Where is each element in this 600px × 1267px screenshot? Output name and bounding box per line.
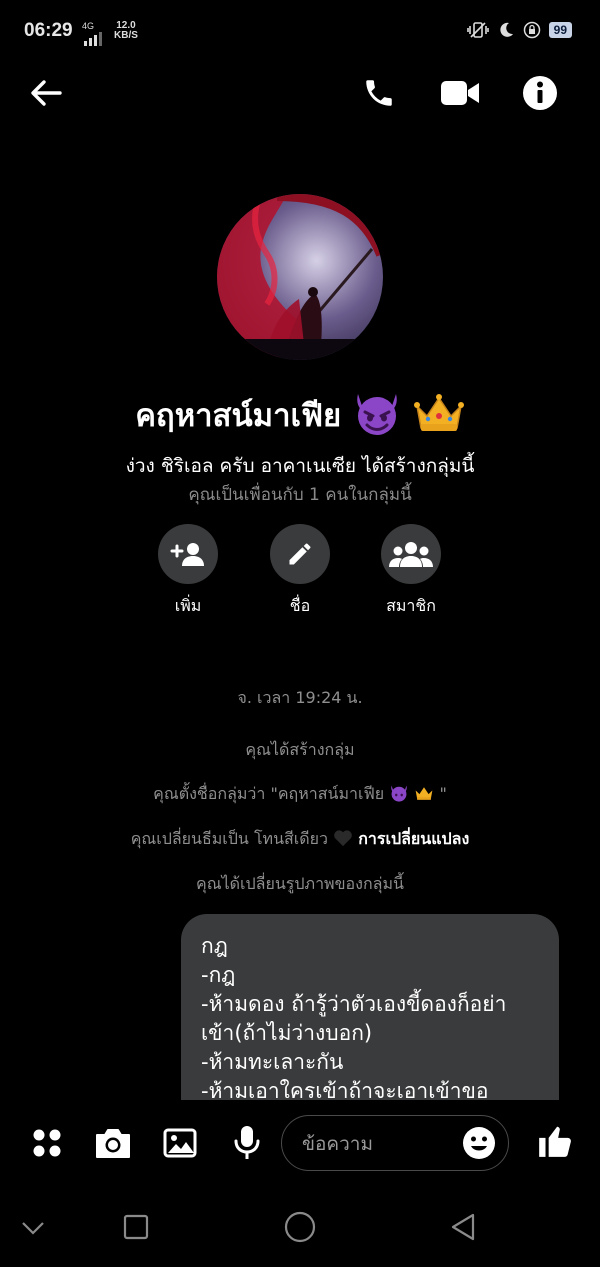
chevron-down-icon[interactable] [20,1220,46,1236]
battery-indicator: 99 [548,22,572,38]
like-button[interactable] [533,1119,577,1163]
message-timestamp: จ. เวลา 19:24 น. [237,688,363,707]
network-speed: 12.0 KB/S [114,21,138,41]
message-input[interactable] [300,1126,454,1162]
apps-button[interactable] [25,1121,69,1165]
camera-icon [96,1129,130,1158]
info-icon [523,76,557,110]
back-button[interactable] [24,71,68,115]
video-call-button[interactable] [438,71,482,115]
crown-emoji-icon [413,394,464,431]
emoji-icon[interactable] [462,1126,496,1160]
system-message-named: คุณตั้งชื่อกลุ่มว่า "คฤหาสน์มาเฟีย " [0,782,600,807]
system-navigation-bar [0,1190,600,1267]
system-message-theme-text: คุณเปลี่ยนธีมเป็น โทนสีเดียว [130,829,329,848]
mutual-friends-info: คุณเป็นเพื่อนกับ 1 คนในกลุ่มนี้ [188,485,412,505]
signal-icon [84,32,102,46]
network-indicator: 4G [82,21,104,46]
vibrate-icon [466,22,489,38]
moon-icon [500,22,513,37]
info-button[interactable] [518,71,562,115]
group-name-text: คฤหาสน์มาเฟีย [135,398,342,434]
system-message-named-text: คุณตั้งชื่อกลุ่มว่า "คฤหาสน์มาเฟีย [153,784,385,803]
network-type: 4G [82,21,95,31]
phone-icon [366,80,392,106]
voice-record-button[interactable] [225,1121,269,1165]
crown-emoji-icon [415,787,433,800]
members-label: สมาชิก [386,596,436,615]
home-icon[interactable] [284,1211,316,1243]
gallery-button[interactable] [158,1121,202,1165]
theme-change-link[interactable]: การเปลี่ยนแปลง [358,829,469,848]
members-button[interactable] [381,524,441,584]
video-camera-icon [441,81,479,105]
voice-call-button[interactable] [357,71,401,115]
people-icon [389,542,433,567]
add-member-button[interactable] [158,524,218,584]
group-title: คฤหาสน์มาเฟีย [0,390,600,440]
group-created-by: ง่วง ชิริเอล ครับ อาคาเนเซีย ได้สร้างกลุ… [125,455,475,477]
system-message-created: คุณได้สร้างกลุ่ม [245,740,355,759]
network-speed-unit: KB/S [114,30,138,41]
rename-button[interactable] [270,524,330,584]
lock-rotation-icon [523,21,540,39]
add-person-icon [170,543,204,566]
rename-action[interactable]: ชื่อ [245,524,355,619]
add-member-action[interactable]: เพิ่ม [133,524,243,619]
back-nav-icon[interactable] [449,1212,477,1242]
devil-emoji-icon [357,394,397,435]
rename-label: ชื่อ [289,596,311,615]
apps-icon [33,1129,61,1157]
message-bubble[interactable]: กฎ -กฎ -ห้ามดอง ถ้ารู้ว่าตัวเองขี้ดองก็อ… [181,914,559,1114]
add-member-label: เพิ่ม [174,596,202,615]
system-message-named-end: " [439,784,447,803]
system-message-photo: คุณได้เปลี่ยนรูปภาพของกลุ่มนี้ [196,874,404,893]
pencil-icon [289,543,311,565]
group-photo [217,194,383,360]
camera-button[interactable] [91,1121,135,1165]
status-icons: 99 [466,20,572,40]
message-input-box[interactable] [281,1115,509,1171]
status-time: 06:29 [24,20,73,41]
group-avatar[interactable] [217,194,383,360]
members-action[interactable]: สมาชิก [356,524,466,619]
back-arrow-icon [31,80,62,106]
recent-apps-icon[interactable] [123,1214,149,1240]
black-heart-icon [334,830,352,847]
thumbs-up-icon [539,1126,571,1157]
system-message-theme: คุณเปลี่ยนธีมเป็น โทนสีเดียว การเปลี่ยนแ… [0,827,600,852]
image-icon [163,1128,197,1158]
devil-emoji-icon [391,785,407,802]
microphone-icon [234,1126,260,1159]
status-bar: 06:29 4G 12.0 KB/S 99 [0,0,600,62]
